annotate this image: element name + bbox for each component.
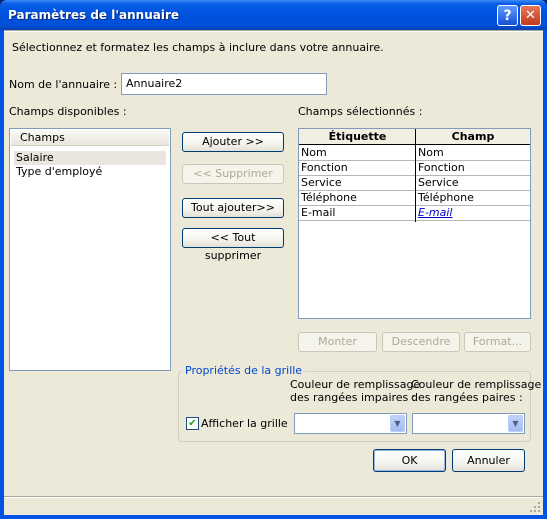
table-cell-label[interactable]: E-mail bbox=[299, 206, 415, 221]
even-rows-color-select[interactable]: ▼ bbox=[412, 413, 525, 434]
move-down-button[interactable]: Descendre bbox=[382, 332, 460, 352]
selected-fields-label: Champs sélectionnés : bbox=[298, 105, 423, 118]
add-button[interactable]: Ajouter >> bbox=[182, 132, 284, 152]
selected-fields-table[interactable]: Étiquette Champ Nom Nom Fonction Fonctio… bbox=[298, 128, 531, 319]
odd-rows-label-line2: des rangées impaires : bbox=[290, 391, 416, 404]
chevron-down-icon[interactable]: ▼ bbox=[390, 415, 405, 432]
available-fields-list[interactable]: Champs Salaire Type d'employé bbox=[9, 128, 171, 371]
table-cell-field[interactable]: E-mail bbox=[416, 206, 530, 221]
table-cell-label[interactable]: Téléphone bbox=[299, 191, 415, 206]
table-cell-field[interactable]: Nom bbox=[416, 146, 530, 161]
dialog-window: Paramètres de l'annuaire ? ✕ Sélectionne… bbox=[0, 0, 547, 519]
close-button[interactable]: ✕ bbox=[520, 5, 541, 26]
table-cell-field[interactable]: Fonction bbox=[416, 161, 530, 176]
column-header-label[interactable]: Étiquette bbox=[299, 129, 416, 145]
show-grid-label[interactable]: Afficher la grille bbox=[201, 417, 288, 430]
grid-properties-title: Propriétés de la grille bbox=[182, 364, 306, 377]
chevron-down-icon[interactable]: ▼ bbox=[508, 415, 523, 432]
email-link[interactable]: E-mail bbox=[418, 206, 453, 219]
available-field-item-type-employe[interactable]: Type d'employé bbox=[14, 165, 166, 179]
even-rows-label-line2: des rangées paires : bbox=[411, 391, 523, 404]
title-bar[interactable]: Paramètres de l'annuaire ? ✕ bbox=[0, 0, 547, 30]
table-cell-label[interactable]: Fonction bbox=[299, 161, 415, 176]
remove-all-button[interactable]: << Tout supprimer bbox=[182, 228, 284, 262]
odd-rows-label-line1: Couleur de remplissage bbox=[290, 378, 421, 391]
help-button[interactable]: ? bbox=[497, 5, 518, 26]
column-header-field[interactable]: Champ bbox=[416, 129, 530, 145]
intro-text: Sélectionnez et formatez les champs à in… bbox=[12, 41, 384, 54]
table-cell-field[interactable]: Service bbox=[416, 176, 530, 191]
available-field-item-salaire[interactable]: Salaire bbox=[14, 151, 166, 165]
ok-button[interactable]: OK bbox=[373, 449, 446, 472]
available-fields-header[interactable]: Champs bbox=[11, 130, 169, 146]
cancel-button[interactable]: Annuler bbox=[452, 449, 525, 472]
show-grid-checkbox[interactable]: ✔ bbox=[186, 417, 199, 430]
available-fields-label: Champs disponibles : bbox=[9, 105, 127, 118]
table-cell-label[interactable]: Nom bbox=[299, 146, 415, 161]
directory-name-input[interactable]: Annuaire2 bbox=[121, 73, 327, 95]
even-rows-label: Couleur de remplissage des rangées paire… bbox=[411, 378, 541, 404]
table-cell-label[interactable]: Service bbox=[299, 176, 415, 191]
remove-button[interactable]: << Supprimer bbox=[182, 164, 284, 184]
odd-rows-label: Couleur de remplissage des rangées impai… bbox=[290, 378, 420, 404]
even-rows-label-line1: Couleur de remplissage bbox=[411, 378, 542, 391]
footer-divider bbox=[4, 496, 543, 498]
odd-rows-color-select[interactable]: ▼ bbox=[294, 413, 407, 434]
resize-grip-icon[interactable] bbox=[529, 501, 541, 513]
format-button[interactable]: Format... bbox=[464, 332, 531, 352]
directory-name-label: Nom de l'annuaire : bbox=[9, 78, 118, 91]
dialog-body: Sélectionnez et formatez les champs à in… bbox=[4, 30, 543, 515]
move-up-button[interactable]: Monter bbox=[298, 332, 377, 352]
add-all-button[interactable]: Tout ajouter>> bbox=[182, 198, 284, 218]
table-cell-field[interactable]: Téléphone bbox=[416, 191, 530, 206]
window-title: Paramètres de l'annuaire bbox=[8, 8, 180, 22]
top-divider bbox=[4, 30, 543, 32]
